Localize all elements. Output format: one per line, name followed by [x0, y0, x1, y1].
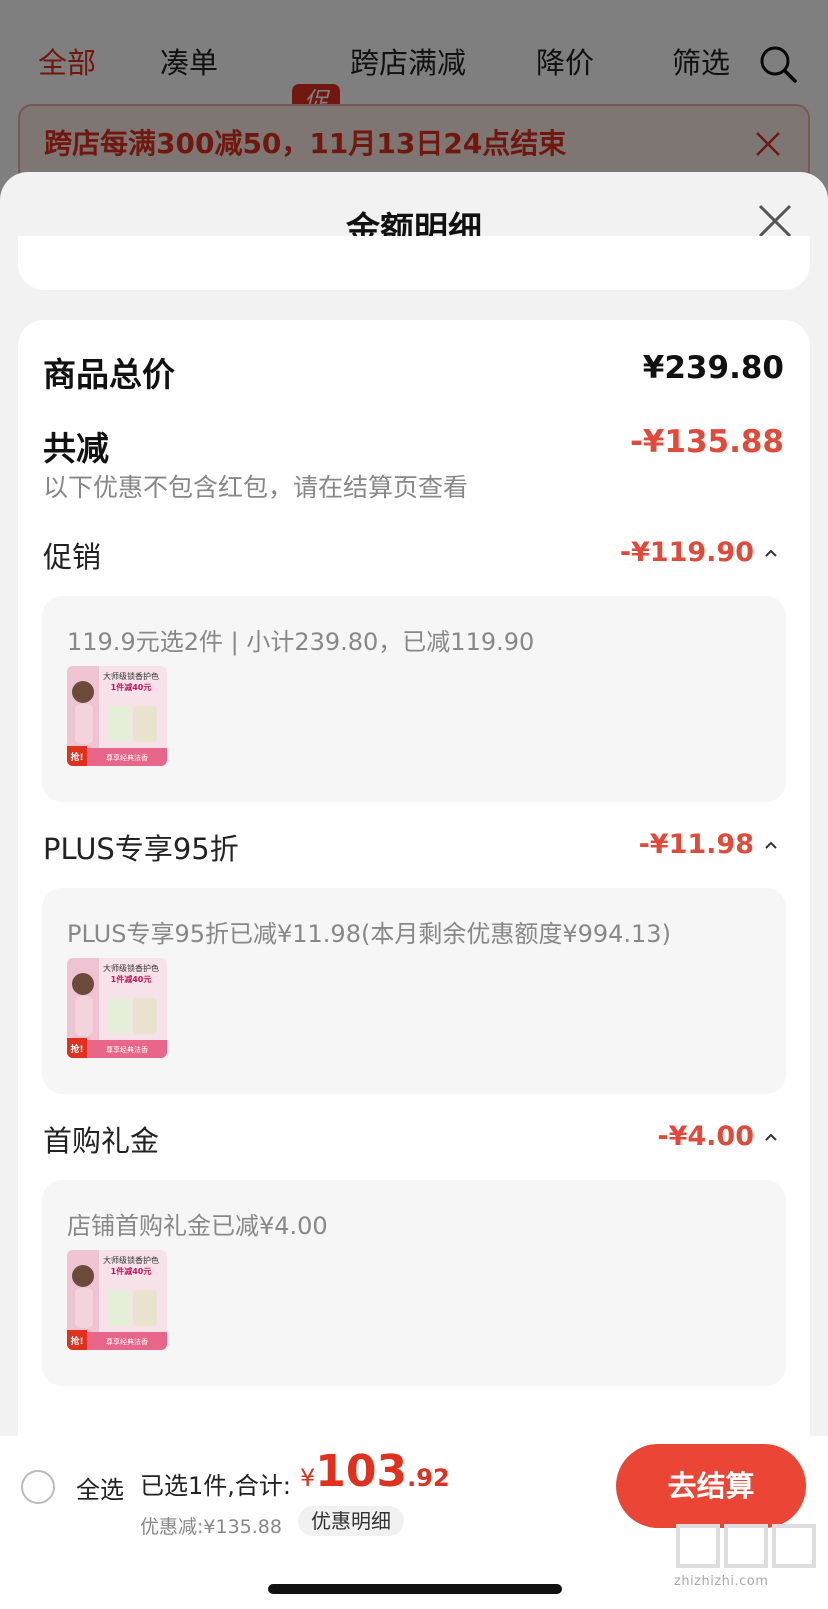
section-value: -¥4.00	[657, 1121, 754, 1152]
section-detail-box: 119.9元选2件 | 小计239.80，已减119.90 大师级锁香护色 1件…	[42, 596, 786, 802]
discount-detail-button[interactable]: 优惠明细	[298, 1506, 404, 1536]
discount-note: 以下优惠不包含红包，请在结算页查看	[43, 473, 469, 502]
total-reduce-label: 共减	[43, 429, 109, 468]
total-price-value: ¥239.80	[642, 350, 784, 386]
section-label: PLUS专享95折	[43, 832, 239, 866]
watermark-text: zhizhizhi.com	[674, 1574, 769, 1589]
section-detail-text: PLUS专享95折已减¥11.98(本月剩余优惠额度¥994.13)	[67, 920, 671, 948]
thumb-footer: 尊享经典法香	[106, 1337, 148, 1346]
section-detail-box: 店铺首购礼金已减¥4.00 大师级锁香护色 1件减40元 抢! 尊享经典法香	[42, 1180, 786, 1386]
thumb-tag: 抢!	[70, 1043, 83, 1055]
select-all-label[interactable]: 全选	[76, 1470, 124, 1505]
amount-detail-sheet: 金额明细 商品总价 ¥239.80 共减 -¥135.88 以下优惠不包含红包，…	[0, 172, 828, 1609]
total-amount: ¥103.92	[300, 1446, 450, 1497]
product-thumbnail[interactable]: 大师级锁香护色 1件减40元 抢! 尊享经典法香	[67, 1250, 167, 1350]
section-value: -¥11.98	[638, 829, 754, 860]
section-detail-text: 店铺首购礼金已减¥4.00	[67, 1212, 328, 1240]
selected-info: 已选1件,合计:	[140, 1472, 291, 1500]
thumb-line1: 大师级锁香护色	[103, 963, 159, 973]
section-label: 促销	[43, 540, 102, 574]
price-detail-card: 商品总价 ¥239.80 共减 -¥135.88 以下优惠不包含红包，请在结算页…	[18, 320, 810, 1560]
thumb-tag: 抢!	[70, 751, 83, 763]
currency-symbol: ¥	[300, 1464, 316, 1492]
total-integer: 103	[315, 1446, 408, 1497]
product-thumbnail[interactable]: 大师级锁香护色 1件减40元 抢! 尊享经典法香	[67, 666, 167, 766]
modal-overlay[interactable]	[0, 0, 828, 200]
section-detail-text: 119.9元选2件 | 小计239.80，已减119.90	[67, 628, 535, 656]
section-label: 首购礼金	[43, 1124, 160, 1158]
watermark-logo	[676, 1524, 816, 1568]
checkout-button[interactable]: 去结算	[616, 1444, 806, 1528]
thumb-line2: 1件减40元	[111, 1266, 152, 1276]
section-value: -¥119.90	[619, 537, 754, 568]
total-reduce-value: -¥135.88	[629, 424, 784, 460]
chevron-up-icon[interactable]	[764, 548, 778, 558]
chevron-up-icon[interactable]	[764, 840, 778, 850]
total-decimal: .92	[407, 1464, 450, 1492]
thumb-tag: 抢!	[70, 1335, 83, 1347]
close-icon[interactable]	[756, 202, 794, 240]
thumb-line2: 1件减40元	[111, 974, 152, 984]
thumb-line1: 大师级锁香护色	[103, 1255, 159, 1265]
discount-info: 优惠减:¥135.88	[140, 1516, 282, 1538]
thumb-footer: 尊享经典法香	[106, 1045, 148, 1054]
select-all-radio[interactable]	[21, 1470, 55, 1504]
thumb-footer: 尊享经典法香	[106, 753, 148, 762]
section-detail-box: PLUS专享95折已减¥11.98(本月剩余优惠额度¥994.13) 大师级锁香…	[42, 888, 786, 1094]
home-indicator[interactable]	[268, 1584, 562, 1594]
collapsed-card	[18, 236, 810, 290]
thumb-line2: 1件减40元	[111, 682, 152, 692]
product-thumbnail[interactable]: 大师级锁香护色 1件减40元 抢! 尊享经典法香	[67, 958, 167, 1058]
total-price-label: 商品总价	[43, 355, 175, 394]
thumb-line1: 大师级锁香护色	[103, 671, 159, 681]
chevron-up-icon[interactable]	[764, 1132, 778, 1142]
